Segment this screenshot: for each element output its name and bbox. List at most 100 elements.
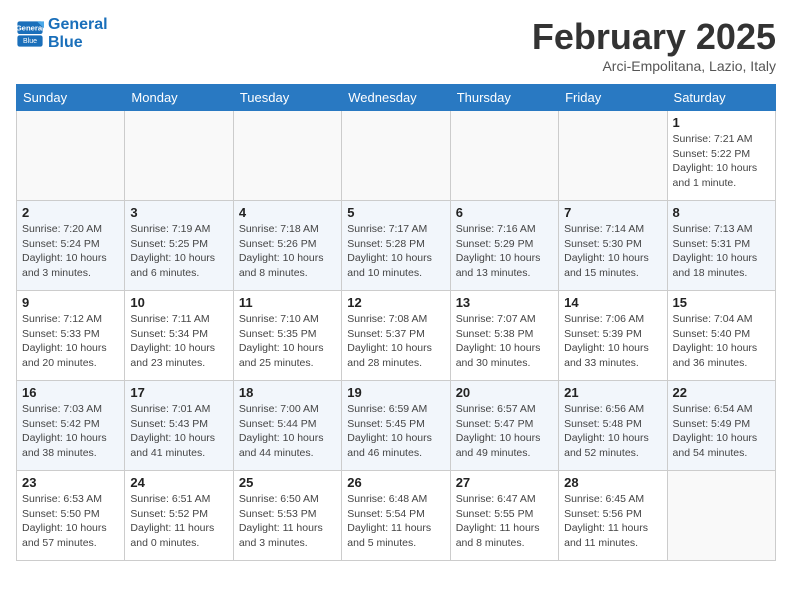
day-info: Sunrise: 7:14 AM Sunset: 5:30 PM Dayligh… (564, 222, 661, 281)
calendar-week-2: 9 Sunrise: 7:12 AM Sunset: 5:33 PM Daylig… (17, 291, 776, 381)
calendar-cell: 23 Sunrise: 6:53 AM Sunset: 5:50 PM Dayli… (17, 471, 125, 561)
day-number: 6 (456, 205, 553, 220)
weekday-header-row: SundayMondayTuesdayWednesdayThursdayFrid… (17, 85, 776, 111)
day-number: 7 (564, 205, 661, 220)
calendar-cell: 12 Sunrise: 7:08 AM Sunset: 5:37 PM Dayli… (342, 291, 450, 381)
day-info: Sunrise: 6:54 AM Sunset: 5:49 PM Dayligh… (673, 402, 770, 461)
logo: General Blue General Blue (16, 16, 108, 52)
day-number: 27 (456, 475, 553, 490)
day-info: Sunrise: 7:00 AM Sunset: 5:44 PM Dayligh… (239, 402, 336, 461)
day-number: 26 (347, 475, 444, 490)
calendar-cell: 7 Sunrise: 7:14 AM Sunset: 5:30 PM Daylig… (559, 201, 667, 291)
day-info: Sunrise: 7:06 AM Sunset: 5:39 PM Dayligh… (564, 312, 661, 371)
day-number: 17 (130, 385, 227, 400)
calendar-cell: 17 Sunrise: 7:01 AM Sunset: 5:43 PM Dayli… (125, 381, 233, 471)
day-number: 11 (239, 295, 336, 310)
day-number: 4 (239, 205, 336, 220)
calendar-cell: 27Sunrise: 6:47 AM Sunset: 5:55 PM Dayli… (450, 471, 558, 561)
day-number: 16 (22, 385, 119, 400)
day-info: Sunrise: 7:08 AM Sunset: 5:37 PM Dayligh… (347, 312, 444, 371)
day-number: 21 (564, 385, 661, 400)
calendar-cell: 16 Sunrise: 7:03 AM Sunset: 5:42 PM Dayli… (17, 381, 125, 471)
calendar-cell: 6 Sunrise: 7:16 AM Sunset: 5:29 PM Daylig… (450, 201, 558, 291)
day-info: Sunrise: 6:51 AM Sunset: 5:52 PM Dayligh… (130, 492, 227, 551)
day-info: Sunrise: 7:20 AM Sunset: 5:24 PM Dayligh… (22, 222, 119, 281)
day-number: 19 (347, 385, 444, 400)
calendar-week-0: 1Sunrise: 7:21 AM Sunset: 5:22 PM Daylig… (17, 111, 776, 201)
day-number: 18 (239, 385, 336, 400)
day-info: Sunrise: 6:50 AM Sunset: 5:53 PM Dayligh… (239, 492, 336, 551)
calendar-cell: 24 Sunrise: 6:51 AM Sunset: 5:52 PM Dayli… (125, 471, 233, 561)
day-info: Sunrise: 6:48 AM Sunset: 5:54 PM Dayligh… (347, 492, 444, 551)
day-info: Sunrise: 6:53 AM Sunset: 5:50 PM Dayligh… (22, 492, 119, 551)
logo-name: General Blue (48, 16, 108, 52)
weekday-tuesday: Tuesday (233, 85, 341, 111)
day-info: Sunrise: 7:19 AM Sunset: 5:25 PM Dayligh… (130, 222, 227, 281)
day-info: Sunrise: 7:17 AM Sunset: 5:28 PM Dayligh… (347, 222, 444, 281)
calendar-cell: 11 Sunrise: 7:10 AM Sunset: 5:35 PM Dayli… (233, 291, 341, 381)
svg-text:General: General (16, 24, 44, 33)
calendar-cell (233, 111, 341, 201)
calendar-cell: 4 Sunrise: 7:18 AM Sunset: 5:26 PM Daylig… (233, 201, 341, 291)
day-number: 1 (673, 115, 770, 130)
weekday-wednesday: Wednesday (342, 85, 450, 111)
calendar-cell (450, 111, 558, 201)
calendar-cell (125, 111, 233, 201)
calendar-cell: 10 Sunrise: 7:11 AM Sunset: 5:34 PM Dayli… (125, 291, 233, 381)
day-number: 13 (456, 295, 553, 310)
calendar-cell: 21 Sunrise: 6:56 AM Sunset: 5:48 PM Dayli… (559, 381, 667, 471)
day-number: 20 (456, 385, 553, 400)
calendar-cell: 2 Sunrise: 7:20 AM Sunset: 5:24 PM Daylig… (17, 201, 125, 291)
calendar-week-3: 16 Sunrise: 7:03 AM Sunset: 5:42 PM Dayli… (17, 381, 776, 471)
day-info: Sunrise: 7:01 AM Sunset: 5:43 PM Dayligh… (130, 402, 227, 461)
day-info: Sunrise: 6:57 AM Sunset: 5:47 PM Dayligh… (456, 402, 553, 461)
page-header: General Blue General Blue February 2025 … (16, 16, 776, 74)
calendar-cell (342, 111, 450, 201)
weekday-monday: Monday (125, 85, 233, 111)
calendar-cell: 5 Sunrise: 7:17 AM Sunset: 5:28 PM Daylig… (342, 201, 450, 291)
day-number: 23 (22, 475, 119, 490)
day-info: Sunrise: 7:10 AM Sunset: 5:35 PM Dayligh… (239, 312, 336, 371)
day-info: Sunrise: 7:11 AM Sunset: 5:34 PM Dayligh… (130, 312, 227, 371)
day-number: 12 (347, 295, 444, 310)
day-number: 9 (22, 295, 119, 310)
calendar-week-4: 23 Sunrise: 6:53 AM Sunset: 5:50 PM Dayli… (17, 471, 776, 561)
weekday-thursday: Thursday (450, 85, 558, 111)
day-info: Sunrise: 7:03 AM Sunset: 5:42 PM Dayligh… (22, 402, 119, 461)
day-info: Sunrise: 7:13 AM Sunset: 5:31 PM Dayligh… (673, 222, 770, 281)
calendar-cell: 8 Sunrise: 7:13 AM Sunset: 5:31 PM Daylig… (667, 201, 775, 291)
day-info: Sunrise: 6:45 AM Sunset: 5:56 PM Dayligh… (564, 492, 661, 551)
day-number: 8 (673, 205, 770, 220)
day-info: Sunrise: 7:04 AM Sunset: 5:40 PM Dayligh… (673, 312, 770, 371)
calendar-cell: 20 Sunrise: 6:57 AM Sunset: 5:47 PM Dayli… (450, 381, 558, 471)
weekday-sunday: Sunday (17, 85, 125, 111)
day-number: 15 (673, 295, 770, 310)
day-info: Sunrise: 7:18 AM Sunset: 5:26 PM Dayligh… (239, 222, 336, 281)
svg-text:Blue: Blue (23, 38, 37, 45)
calendar-subtitle: Arci-Empolitana, Lazio, Italy (532, 58, 776, 74)
day-number: 2 (22, 205, 119, 220)
calendar-cell (667, 471, 775, 561)
day-info: Sunrise: 7:16 AM Sunset: 5:29 PM Dayligh… (456, 222, 553, 281)
day-number: 10 (130, 295, 227, 310)
day-number: 28 (564, 475, 661, 490)
calendar-cell: 26 Sunrise: 6:48 AM Sunset: 5:54 PM Dayli… (342, 471, 450, 561)
calendar-cell: 13Sunrise: 7:07 AM Sunset: 5:38 PM Dayli… (450, 291, 558, 381)
calendar-title: February 2025 (532, 16, 776, 58)
calendar-cell: 15 Sunrise: 7:04 AM Sunset: 5:40 PM Dayli… (667, 291, 775, 381)
logo-icon: General Blue (16, 20, 44, 48)
calendar-cell: 14Sunrise: 7:06 AM Sunset: 5:39 PM Dayli… (559, 291, 667, 381)
weekday-saturday: Saturday (667, 85, 775, 111)
day-info: Sunrise: 6:56 AM Sunset: 5:48 PM Dayligh… (564, 402, 661, 461)
calendar-cell: 22Sunrise: 6:54 AM Sunset: 5:49 PM Dayli… (667, 381, 775, 471)
calendar-week-1: 2 Sunrise: 7:20 AM Sunset: 5:24 PM Daylig… (17, 201, 776, 291)
calendar-cell: 1Sunrise: 7:21 AM Sunset: 5:22 PM Daylig… (667, 111, 775, 201)
calendar-table: SundayMondayTuesdayWednesdayThursdayFrid… (16, 84, 776, 561)
calendar-cell: 3Sunrise: 7:19 AM Sunset: 5:25 PM Daylig… (125, 201, 233, 291)
calendar-cell: 18 Sunrise: 7:00 AM Sunset: 5:44 PM Dayli… (233, 381, 341, 471)
day-number: 5 (347, 205, 444, 220)
day-number: 24 (130, 475, 227, 490)
calendar-cell (559, 111, 667, 201)
day-info: Sunrise: 7:12 AM Sunset: 5:33 PM Dayligh… (22, 312, 119, 371)
calendar-cell: 25Sunrise: 6:50 AM Sunset: 5:53 PM Dayli… (233, 471, 341, 561)
